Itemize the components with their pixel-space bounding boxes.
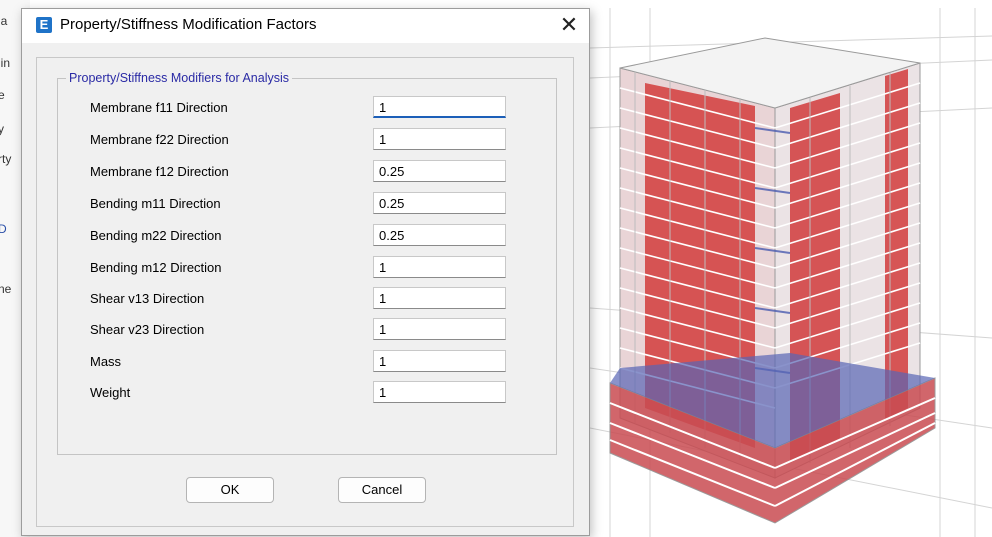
input-shear-v23[interactable]: 1 [373, 318, 506, 340]
input-membrane-f22[interactable]: 1 [373, 128, 506, 150]
input-bending-m12[interactable]: 1 [373, 256, 506, 278]
model-3d-viewport[interactable] [590, 8, 992, 537]
cancel-button[interactable]: Cancel [338, 477, 426, 503]
background-text-fragment: D [0, 222, 7, 236]
close-button[interactable]: ✕ [552, 11, 586, 41]
dialog-titlebar[interactable]: E Property/Stiffness Modification Factor… [22, 9, 589, 43]
dialog-title: Property/Stiffness Modification Factors [60, 16, 317, 33]
row-label-f22: Membrane f22 Direction [90, 132, 229, 147]
row-label-m12: Bending m12 Direction [90, 260, 222, 275]
background-text-fragment: ia [0, 14, 8, 28]
input-shear-v13[interactable]: 1 [373, 287, 506, 309]
input-membrane-f11[interactable]: 1 [373, 96, 506, 118]
input-bending-m22[interactable]: 0.25 [373, 224, 506, 246]
input-weight[interactable]: 1 [373, 381, 506, 403]
close-icon: ✕ [559, 13, 579, 38]
row-label-v23: Shear v23 Direction [90, 322, 205, 337]
background-text-fragment: ne [0, 282, 12, 296]
input-membrane-f12[interactable]: 0.25 [373, 160, 506, 182]
groupbox-title: Property/Stiffness Modifiers for Analysi… [66, 71, 292, 85]
property-modifiers-dialog: E Property/Stiffness Modification Factor… [21, 8, 590, 536]
row-label-f11: Membrane f11 Direction [90, 100, 228, 115]
background-text-fragment: e [0, 88, 5, 102]
background-text-fragment: lin [0, 56, 11, 70]
row-label-v13: Shear v13 Direction [90, 291, 205, 306]
row-label-mass: Mass [90, 354, 122, 369]
row-label-m22: Bending m22 Direction [90, 228, 222, 243]
building-model-render [590, 8, 992, 537]
input-mass[interactable]: 1 [373, 350, 506, 372]
etabs-app-icon: E [36, 17, 52, 33]
input-bending-m11[interactable]: 0.25 [373, 192, 506, 214]
row-label-weight: Weight [90, 385, 131, 400]
ok-button[interactable]: OK [186, 477, 274, 503]
row-label-m11: Bending m11 Direction [90, 196, 221, 211]
background-text-fragment: rty [0, 152, 12, 166]
background-text-fragment: y [0, 122, 4, 136]
row-label-f12: Membrane f12 Direction [90, 164, 229, 179]
